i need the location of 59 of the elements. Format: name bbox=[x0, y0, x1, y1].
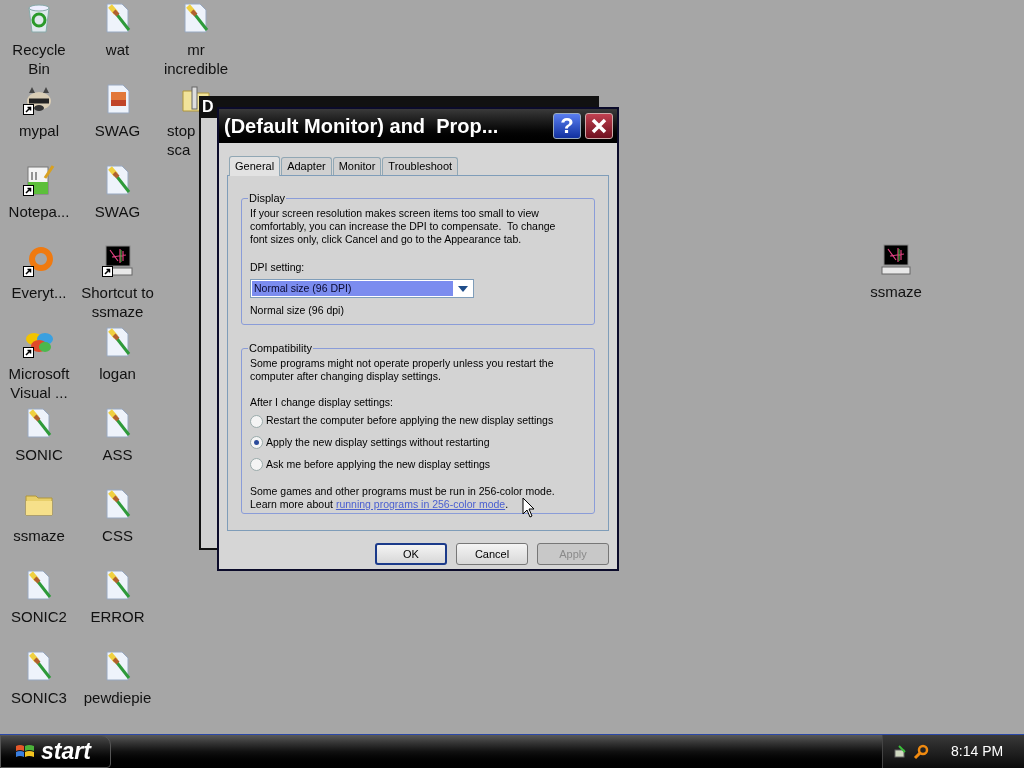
icon-label: Recycle Bin bbox=[11, 40, 67, 78]
radio-label[interactable]: Ask me before applying the new display settings bbox=[266, 456, 491, 473]
file-icon[interactable] bbox=[23, 164, 55, 196]
icon-label: SWAG bbox=[93, 202, 142, 221]
icon-label: stop sca bbox=[166, 121, 197, 159]
dialog-button[interactable]: OK bbox=[375, 543, 447, 565]
window-title: D bbox=[202, 98, 214, 116]
icon-label: SONIC3 bbox=[10, 688, 68, 707]
caret-icon bbox=[457, 284, 469, 293]
close-button[interactable] bbox=[585, 113, 613, 139]
note-text: Some games and other programs must be run in 256-color mode. bbox=[250, 484, 556, 498]
icon-label: Microsoft Visual ... bbox=[7, 364, 71, 402]
close-icon bbox=[590, 117, 608, 135]
group-label: Compatibility bbox=[248, 341, 313, 356]
dropdown-value: Normal size (96 DPI) bbox=[252, 281, 453, 297]
file-icon[interactable] bbox=[101, 245, 134, 277]
help-button[interactable]: ? bbox=[553, 113, 581, 139]
description-text: Some programs might not operate properly unless you restart the computer after changing display settings. bbox=[250, 356, 555, 383]
tab[interactable]: Troubleshoot bbox=[382, 157, 459, 175]
tab[interactable]: Monitor bbox=[332, 157, 382, 175]
dpi-note: Normal size (96 dpi) bbox=[250, 303, 345, 319]
tab[interactable]: General bbox=[229, 156, 281, 176]
icon-label: SONIC2 bbox=[10, 607, 68, 626]
icon-label: ASS bbox=[101, 445, 134, 464]
period-text: . bbox=[505, 497, 509, 511]
search-icon[interactable] bbox=[913, 743, 929, 760]
field-label: After I change display settings: bbox=[250, 394, 394, 410]
radio-button[interactable] bbox=[250, 414, 263, 428]
file-icon[interactable] bbox=[880, 244, 912, 276]
icon-label: Notepa... bbox=[7, 202, 71, 221]
file-icon[interactable] bbox=[23, 245, 55, 277]
group-label: Display bbox=[248, 191, 287, 206]
window-title: (Default Monitor) and Prop... bbox=[224, 114, 500, 139]
description-text: If your screen resolution makes screen items too small to view comfortably, you can increase the DPI to compensate. To change font sizes only, click Cancel and go to the Appearance tab. bbox=[250, 206, 557, 246]
radio-button[interactable] bbox=[250, 436, 263, 450]
radio-label[interactable]: Apply the new display settings without restarting bbox=[266, 435, 490, 451]
icon-label: pewdiepie bbox=[82, 688, 153, 707]
dialog-button[interactable]: Cancel bbox=[456, 543, 528, 565]
icon-label: Shortcut to ssmaze bbox=[80, 283, 155, 321]
note-text: Learn more about bbox=[250, 497, 333, 511]
field-label: DPI setting: bbox=[250, 259, 306, 275]
icon-label: mr incredible bbox=[162, 40, 230, 78]
icon-label: ssmaze bbox=[869, 282, 923, 301]
icon-label: wat bbox=[104, 40, 131, 59]
icon-label: mypal bbox=[18, 121, 60, 140]
radio-label[interactable]: Restart the computer before applying the new display settings bbox=[266, 413, 554, 429]
icon-label: Everyt... bbox=[10, 283, 68, 302]
start-button[interactable]: start bbox=[0, 735, 111, 768]
icon-label: SWAG bbox=[93, 121, 142, 140]
radio-button[interactable] bbox=[250, 458, 263, 472]
icon-label: logan bbox=[98, 364, 137, 383]
icon-label: ERROR bbox=[89, 607, 146, 626]
dpi-dropdown[interactable]: Normal size (96 DPI) bbox=[250, 279, 474, 299]
cursor-icon bbox=[522, 497, 536, 519]
icon-label: CSS bbox=[101, 526, 134, 545]
icon-label: ssmaze bbox=[12, 526, 66, 545]
icon-label: SONIC bbox=[14, 445, 64, 464]
clock[interactable]: 8:14 PM bbox=[951, 741, 1004, 762]
tab[interactable]: Adapter bbox=[281, 157, 332, 175]
